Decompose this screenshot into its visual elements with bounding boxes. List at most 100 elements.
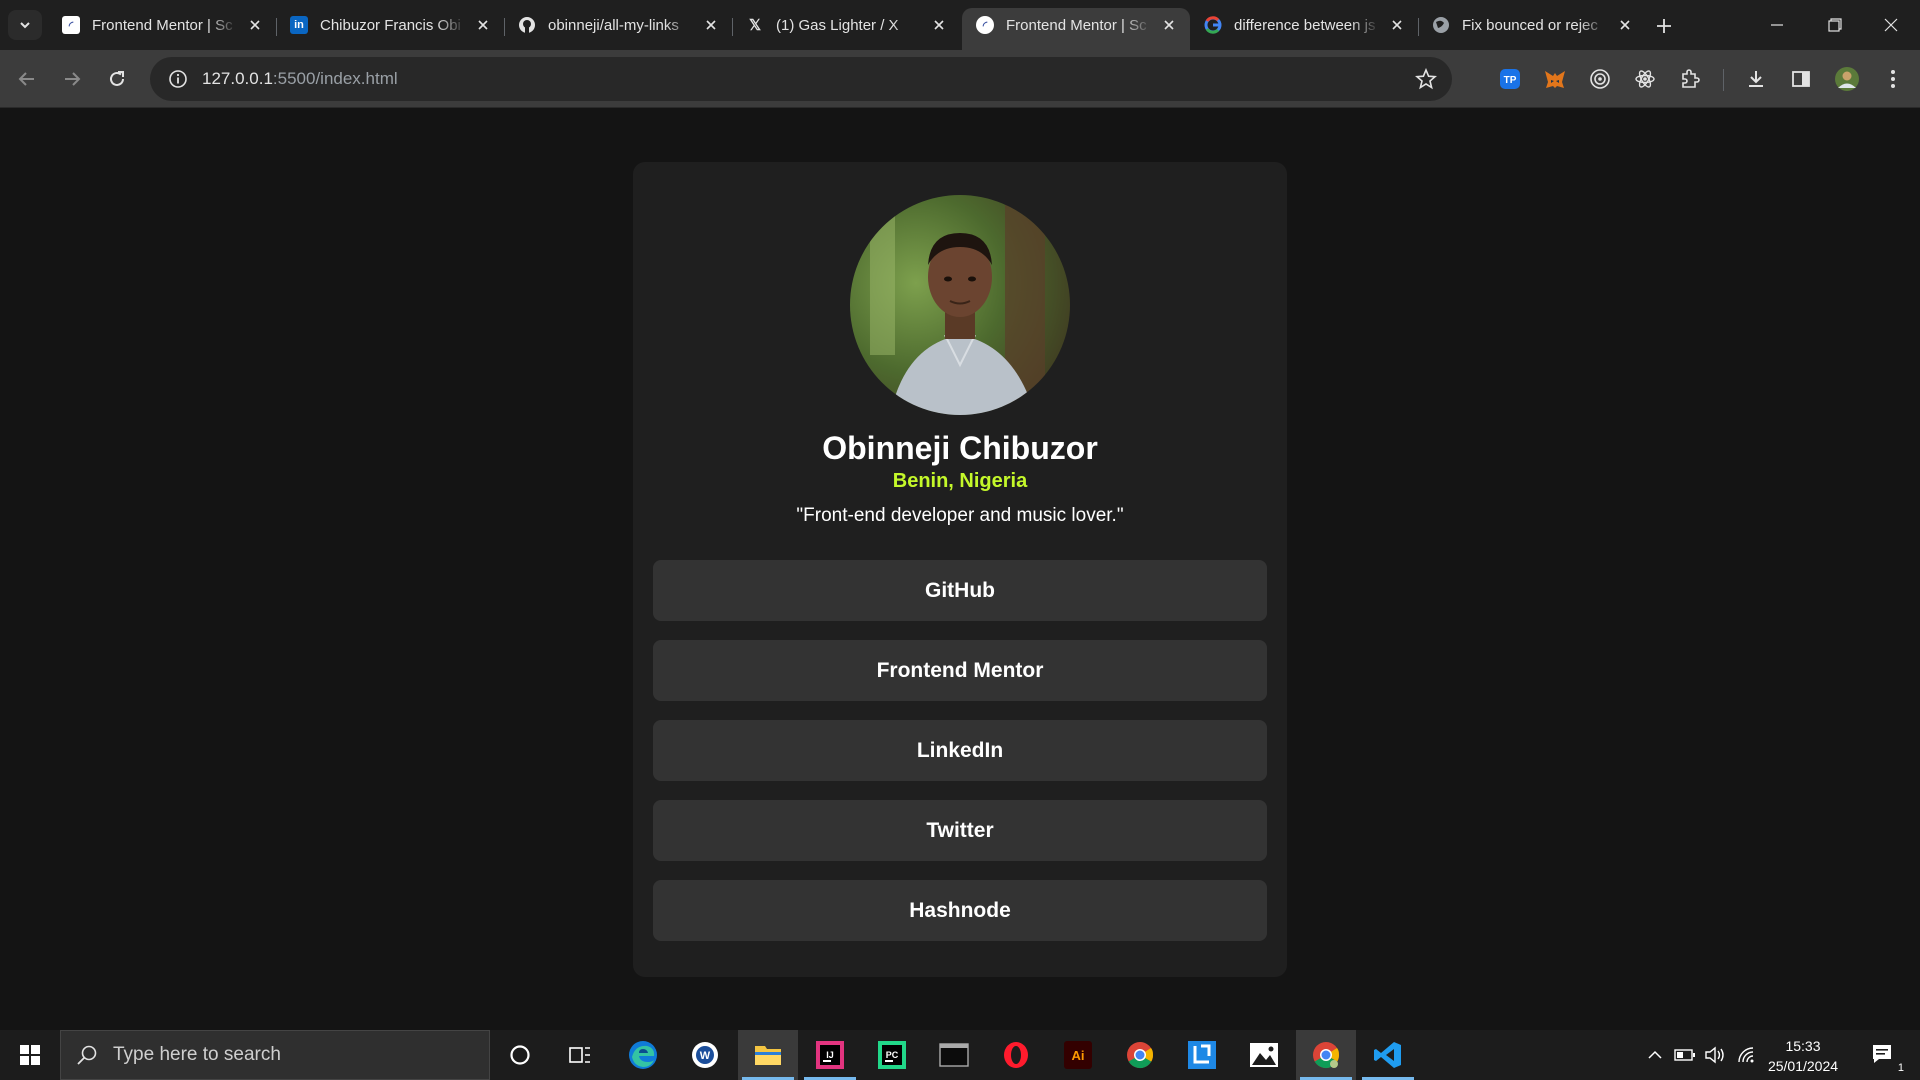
close-window-button[interactable] <box>1862 0 1920 50</box>
link-hashnode-button[interactable]: Hashnode <box>653 880 1267 941</box>
edge-icon[interactable] <box>613 1030 673 1080</box>
tab-github[interactable]: obinneji/all-my-links <box>504 8 732 42</box>
cortana-icon[interactable] <box>490 1030 550 1080</box>
new-tab-button[interactable] <box>1650 12 1678 40</box>
svg-text:TP: TP <box>1504 75 1517 86</box>
tab-search-button[interactable] <box>8 10 42 40</box>
tab-title: difference between js <box>1234 16 1376 34</box>
pycharm-icon[interactable]: PC <box>862 1030 922 1080</box>
url-text: 127.0.0.1:5500/index.html <box>202 69 398 88</box>
tab-frontend-mentor-active[interactable]: ◜ Frontend Mentor | Sc <box>962 8 1190 50</box>
close-icon[interactable] <box>1160 16 1178 34</box>
x-icon: 𝕏 <box>748 17 762 34</box>
target-icon[interactable] <box>1587 66 1613 92</box>
link-frontend-mentor-button[interactable]: Frontend Mentor <box>653 640 1267 701</box>
photos-icon[interactable] <box>1234 1030 1294 1080</box>
arrow-right-icon <box>65 72 81 86</box>
browser-toolbar: 127.0.0.1:5500/index.html TP <box>0 50 1920 108</box>
tp-icon[interactable]: TP <box>1497 66 1523 92</box>
google-icon <box>1204 16 1222 34</box>
bookmark-star-icon[interactable] <box>1414 67 1438 91</box>
close-icon <box>1884 18 1898 32</box>
metamask-icon[interactable] <box>1542 66 1568 92</box>
reload-icon <box>110 71 124 86</box>
volume-icon[interactable] <box>1702 1030 1728 1080</box>
chevron-down-icon <box>20 22 30 29</box>
download-icon[interactable] <box>1743 66 1769 92</box>
puzzle-icon[interactable] <box>1677 66 1703 92</box>
close-icon[interactable] <box>474 16 492 34</box>
tab-linkedin[interactable]: in Chibuzor Francis Obi <box>276 8 504 42</box>
tab-title: obinneji/all-my-links <box>548 16 679 34</box>
clock-time: 15:33 <box>1785 1038 1821 1054</box>
page-viewport: Obinneji Chibuzor Benin, Nigeria "Front-… <box>0 109 1920 1030</box>
search-placeholder: Type here to search <box>113 1044 281 1065</box>
close-icon[interactable] <box>246 16 264 34</box>
tab-fix-bounced[interactable]: Fix bounced or rejec <box>1418 8 1646 42</box>
chrome-icon[interactable] <box>1110 1030 1170 1080</box>
opera-icon[interactable] <box>986 1030 1046 1080</box>
sidepanel-icon[interactable] <box>1788 66 1814 92</box>
link-github-button[interactable]: GitHub <box>653 560 1267 621</box>
plus-icon <box>1657 19 1671 33</box>
frontend-mentor-icon: ◜ <box>62 16 80 34</box>
react-icon[interactable] <box>1632 66 1658 92</box>
system-clock[interactable]: 15:33 25/01/2024 <box>1760 1036 1846 1076</box>
task-view-icon[interactable] <box>550 1030 610 1080</box>
file-explorer-icon[interactable] <box>738 1030 798 1080</box>
chrome-running-icon[interactable] <box>1296 1030 1356 1080</box>
svg-text:W: W <box>700 1050 711 1062</box>
arrow-left-icon <box>18 72 34 86</box>
chevron-up-icon[interactable] <box>1642 1030 1668 1080</box>
tab-title: Fix bounced or rejec <box>1462 16 1598 34</box>
notification-center-button[interactable]: 1 <box>1862 1030 1906 1080</box>
tab-frontend-mentor-1[interactable]: ◜ Frontend Mentor | Sc <box>48 8 276 42</box>
close-icon[interactable] <box>1616 16 1634 34</box>
close-icon[interactable] <box>1388 16 1406 34</box>
notification-icon <box>1873 1045 1891 1063</box>
windows-taskbar: Type here to search W IJ PC Ai 15:33 25/… <box>0 1030 1920 1080</box>
close-icon[interactable] <box>930 16 948 34</box>
profile-bio: "Front-end developer and music lover." <box>796 505 1124 526</box>
tab-title: (1) Gas Lighter / X <box>776 16 899 34</box>
github-icon <box>518 16 536 34</box>
link-twitter-button[interactable]: Twitter <box>653 800 1267 861</box>
app-icon[interactable]: W <box>675 1030 735 1080</box>
wifi-icon[interactable] <box>1734 1030 1760 1080</box>
close-icon[interactable] <box>702 16 720 34</box>
back-button[interactable] <box>10 62 44 96</box>
site-info-icon[interactable] <box>158 57 198 101</box>
battery-icon[interactable] <box>1672 1030 1698 1080</box>
minimize-button[interactable] <box>1748 0 1806 50</box>
svg-text:PC: PC <box>886 1050 899 1060</box>
menu-button[interactable] <box>1880 66 1906 92</box>
windows-icon <box>20 1045 40 1065</box>
tab-google[interactable]: difference between js <box>1190 8 1418 42</box>
linear-icon[interactable] <box>1172 1030 1232 1080</box>
taskbar-search-box[interactable]: Type here to search <box>60 1030 490 1080</box>
globe-icon <box>1432 16 1450 34</box>
intellij-icon[interactable]: IJ <box>800 1030 860 1080</box>
svg-text:Ai: Ai <box>1072 1048 1085 1063</box>
start-button[interactable] <box>0 1030 60 1080</box>
more-vert-icon <box>1891 70 1895 88</box>
vscode-icon[interactable] <box>1358 1030 1418 1080</box>
profile-card: Obinneji Chibuzor Benin, Nigeria "Front-… <box>633 162 1287 977</box>
profile-location: Benin, Nigeria <box>892 470 1028 492</box>
notification-count: 1 <box>1897 1062 1904 1074</box>
clock-date: 25/01/2024 <box>1767 1058 1839 1074</box>
avatar <box>850 195 1070 415</box>
terminal-icon[interactable] <box>924 1030 984 1080</box>
illustrator-icon[interactable]: Ai <box>1048 1030 1108 1080</box>
link-linkedin-button[interactable]: LinkedIn <box>653 720 1267 781</box>
tab-title: Frontend Mentor | Sc <box>1006 16 1147 34</box>
linkedin-icon: in <box>290 16 308 34</box>
restore-button[interactable] <box>1806 0 1864 50</box>
frontend-mentor-icon: ◜ <box>976 16 994 34</box>
reload-button[interactable] <box>100 62 134 96</box>
tab-title: Chibuzor Francis Obi <box>320 16 461 34</box>
tab-x[interactable]: 𝕏 (1) Gas Lighter / X <box>732 8 960 42</box>
address-bar[interactable]: 127.0.0.1:5500/index.html <box>150 57 1452 101</box>
forward-button[interactable] <box>55 62 89 96</box>
profile-avatar[interactable] <box>1834 66 1860 92</box>
